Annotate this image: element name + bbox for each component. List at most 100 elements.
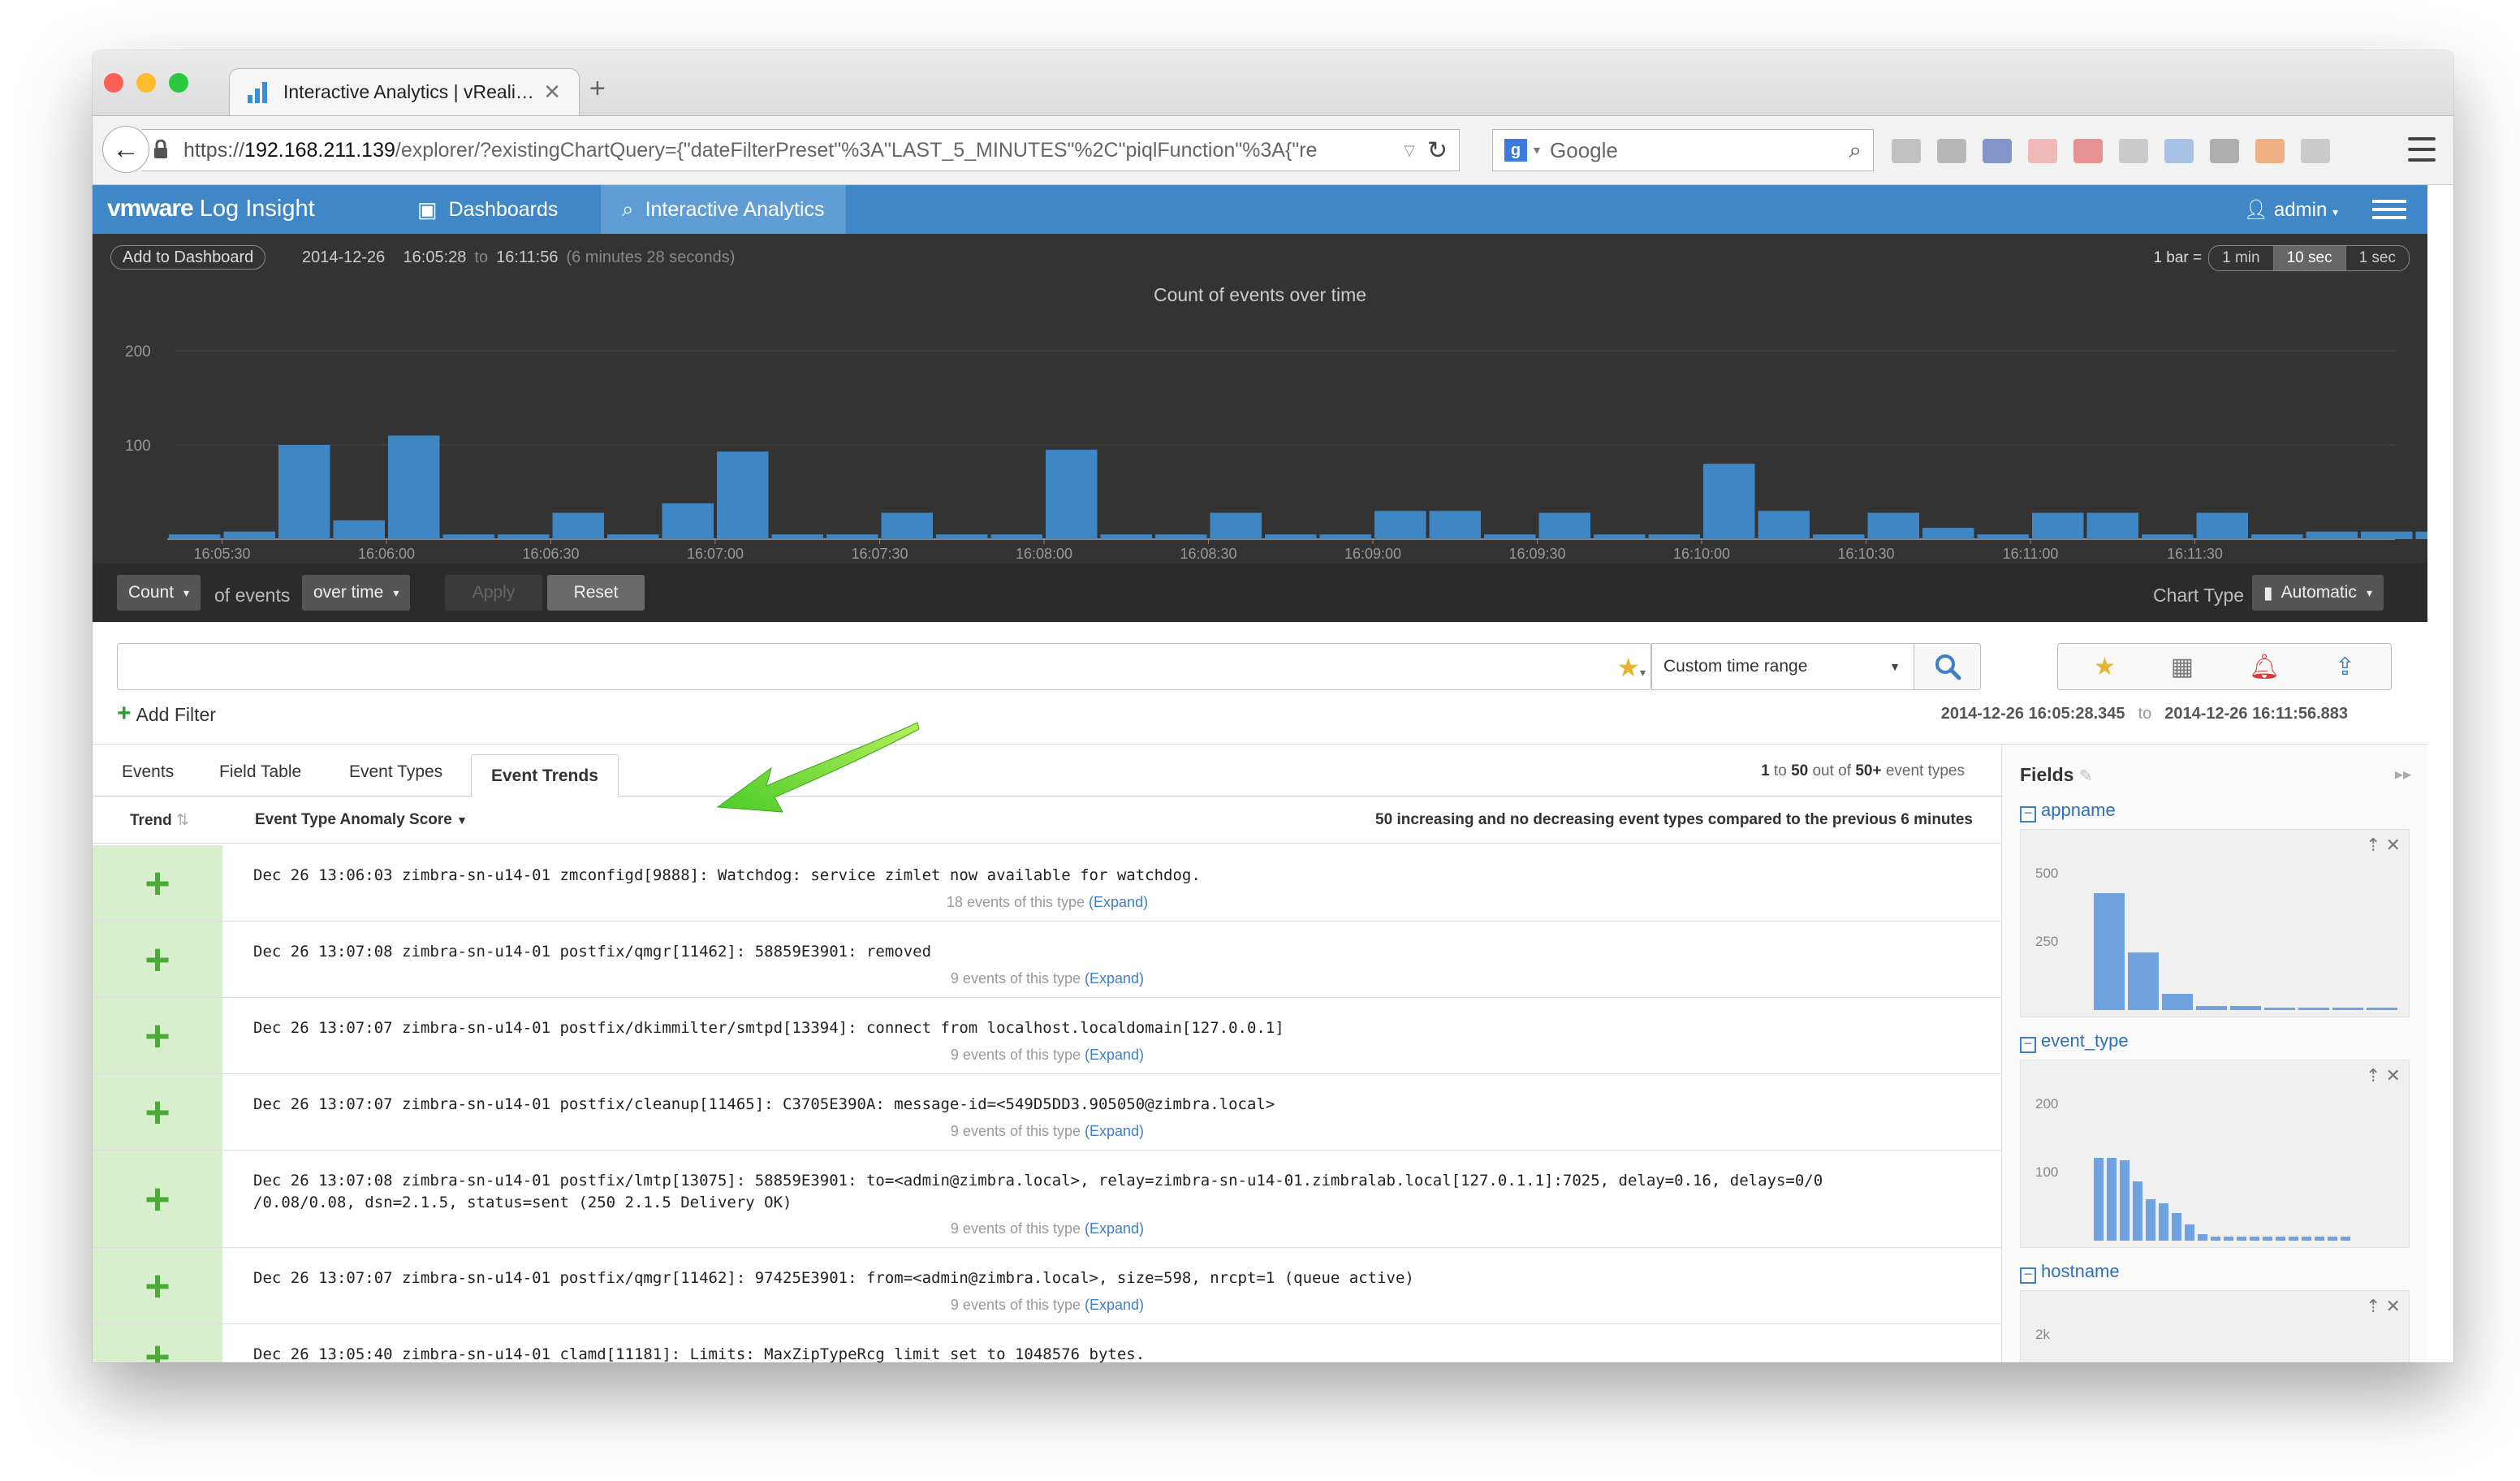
nav-interactive-analytics[interactable]: ⌕ Interactive Analytics [601, 185, 846, 234]
field-bar[interactable] [2263, 1236, 2272, 1241]
field-bar[interactable] [2224, 1236, 2233, 1241]
app-menu-icon[interactable] [2372, 200, 2406, 219]
browser-menu-icon[interactable] [2408, 137, 2436, 162]
chart-bar[interactable] [442, 534, 495, 539]
bar-interval-1sec[interactable]: 1 sec [2345, 246, 2409, 270]
back-button[interactable]: ← [102, 126, 149, 173]
field-bar[interactable] [2230, 1005, 2261, 1010]
event-trend-row[interactable]: + Dec 26 13:07:08 zimbra-sn-u14-01 postfi… [93, 1151, 2002, 1248]
chart-bar[interactable] [1484, 534, 1536, 539]
field-chart-controls-icon[interactable]: ⇡ ✕ [2366, 835, 2401, 856]
bar-interval-1min[interactable]: 1 min [2209, 246, 2272, 270]
expand-link[interactable]: (Expand) [1081, 1297, 1144, 1313]
alert-bell-icon[interactable]: 🔔︎ [2249, 653, 2280, 681]
field-hostname[interactable]: − hostname [2020, 1261, 2120, 1284]
chart-bar[interactable] [936, 534, 988, 539]
chart-bar[interactable] [1155, 534, 1207, 539]
event-trend-row[interactable]: + Dec 26 13:07:07 zimbra-sn-u14-01 postfi… [93, 1248, 2002, 1324]
search-button[interactable] [1914, 643, 1981, 690]
vmware-log-insight-logo[interactable]: vmware Log Insight [107, 195, 315, 222]
chart-bar[interactable] [990, 534, 1043, 539]
add-filter-button[interactable]: + Add Filter [117, 700, 216, 728]
chart-bar[interactable] [278, 445, 330, 539]
expand-link[interactable]: (Expand) [1081, 970, 1144, 987]
field-event-type[interactable]: − event_type [2020, 1030, 2129, 1053]
field-chart-controls-icon[interactable]: ⇡ ✕ [2366, 1296, 2401, 1317]
add-to-dashboard-button[interactable]: Add to Dashboard [110, 245, 266, 270]
field-bar[interactable] [2172, 1213, 2181, 1241]
field-bar[interactable] [2250, 1236, 2259, 1241]
collapse-field-icon[interactable]: − [2020, 1267, 2036, 1284]
extension-icon[interactable] [2255, 139, 2285, 163]
extension-icon[interactable] [2164, 139, 2194, 163]
address-bar[interactable]: https://192.168.211.139/explorer/?existi… [141, 129, 1460, 171]
field-bar[interactable] [2315, 1236, 2324, 1241]
chart-bar[interactable] [1648, 534, 1701, 539]
chart-bar[interactable] [1758, 511, 1810, 539]
chart-bar[interactable] [1594, 534, 1646, 539]
field-bar[interactable] [2128, 952, 2159, 1010]
extension-icon[interactable] [1937, 139, 1966, 163]
trend-column-header[interactable]: Trend ⇅ [130, 811, 189, 830]
aggregate-dropdown[interactable]: Count ▾ [117, 575, 201, 611]
collapse-field-icon[interactable]: − [2020, 1036, 2036, 1053]
tab-field-table[interactable]: Field Table [219, 762, 301, 782]
chart-type-dropdown[interactable]: ▮ Automatic ▾ [2252, 575, 2384, 611]
field-bar[interactable] [2289, 1236, 2298, 1241]
chart-bar[interactable] [2251, 534, 2303, 539]
collapse-field-icon[interactable]: − [2020, 805, 2036, 823]
search-engine-box[interactable]: g ▾ Google ⌕ [1492, 129, 1874, 171]
chart-bar[interactable] [2032, 512, 2084, 539]
extension-icon[interactable] [2028, 139, 2057, 163]
minimize-window-button[interactable] [136, 73, 156, 93]
anomaly-score-column-header[interactable]: Event Type Anomaly Score ▼ [255, 811, 468, 829]
engine-dropdown-icon[interactable]: ▾ [1534, 142, 1540, 158]
event-trend-row[interactable]: + Dec 26 13:06:03 zimbra-sn-u14-01 zmconf… [93, 845, 2002, 922]
extension-icon[interactable] [1983, 139, 2012, 163]
chart-bar[interactable] [2361, 531, 2413, 539]
expand-link[interactable]: (Expand) [1081, 1123, 1144, 1139]
apply-button[interactable]: Apply [445, 575, 542, 611]
chart-bar[interactable] [881, 512, 934, 539]
field-bar[interactable] [2146, 1199, 2155, 1241]
zoom-window-button[interactable] [169, 73, 188, 93]
chart-bar[interactable] [223, 531, 276, 539]
field-bar[interactable] [2328, 1236, 2337, 1241]
field-bar[interactable] [2120, 1160, 2129, 1241]
field-bar[interactable] [2332, 1007, 2363, 1010]
field-bar[interactable] [2298, 1007, 2329, 1010]
add-favorite-icon[interactable]: ★ [2094, 653, 2116, 681]
browser-tab[interactable]: Interactive Analytics | vReali… ✕ [229, 68, 580, 115]
field-bar[interactable] [2367, 1007, 2397, 1010]
chart-bar[interactable] [826, 534, 878, 539]
field-bar[interactable] [2185, 1224, 2194, 1241]
chart-bar[interactable] [333, 520, 386, 539]
event-trend-row[interactable]: + Dec 26 13:07:07 zimbra-sn-u14-01 postfi… [93, 998, 2002, 1074]
chart-bar[interactable] [771, 534, 824, 539]
chart-bar[interactable] [169, 534, 221, 539]
expand-link[interactable]: (Expand) [1081, 1220, 1144, 1237]
field-bar[interactable] [2341, 1236, 2350, 1241]
field-bar[interactable] [2159, 1203, 2168, 1241]
field-chart-controls-icon[interactable]: ⇡ ✕ [2366, 1065, 2401, 1086]
extension-icon[interactable] [2301, 139, 2330, 163]
field-bar[interactable] [2302, 1236, 2311, 1241]
chart-bar[interactable] [2415, 531, 2428, 539]
reload-icon[interactable]: ↻ [1418, 136, 1448, 165]
field-bar[interactable] [2162, 993, 2193, 1010]
chart-bar[interactable] [1374, 511, 1426, 539]
chart-bar[interactable] [552, 512, 605, 539]
close-tab-icon[interactable]: ✕ [543, 80, 561, 105]
field-bar[interactable] [2264, 1007, 2295, 1010]
share-export-icon[interactable]: ⇪ [2335, 653, 2355, 681]
chart-bar[interactable] [2142, 534, 2194, 539]
chart-bar[interactable] [2086, 512, 2139, 539]
chart-bar[interactable] [1922, 528, 1974, 539]
query-input[interactable]: ★▾ [117, 643, 1651, 690]
chart-bar[interactable] [498, 534, 550, 539]
search-icon[interactable]: ⌕ [1849, 137, 1862, 164]
bar-interval-10sec[interactable]: 10 sec [2272, 246, 2345, 270]
chart-bar[interactable] [1265, 534, 1317, 539]
chart-bar[interactable] [1538, 512, 1591, 539]
collapse-sidebar-icon[interactable]: ▸▸ [2395, 764, 2411, 784]
